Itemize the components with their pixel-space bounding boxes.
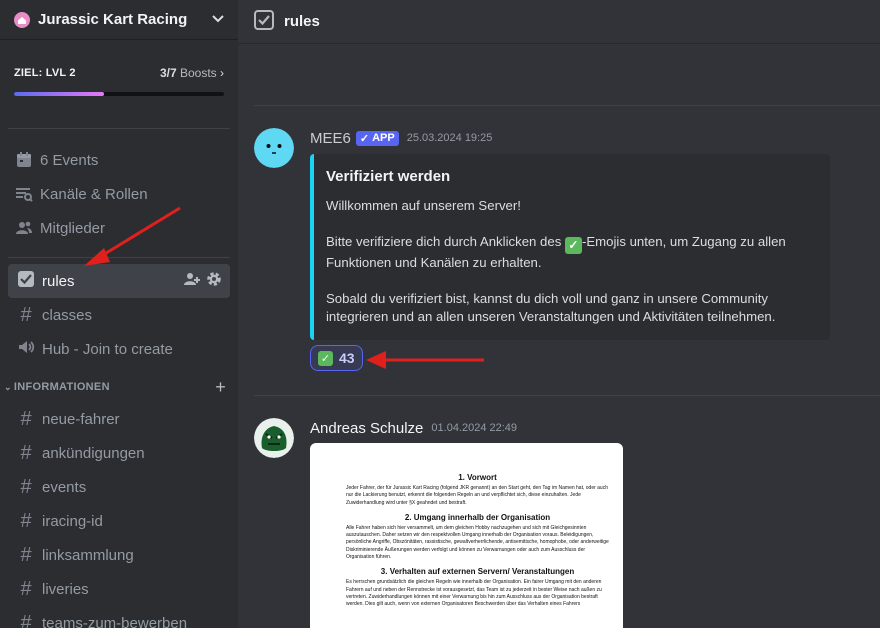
boost-goal-label: ZIEL: LVL 2 xyxy=(14,67,76,79)
embed-title: Verifiziert werden xyxy=(326,168,451,185)
message-divider xyxy=(254,105,880,106)
reaction-check[interactable]: ✓ 43 xyxy=(310,345,363,371)
channels-browse-icon xyxy=(14,184,34,204)
channel-liveries[interactable]: # liveries xyxy=(8,572,230,606)
doc-heading: 1. Vorwort xyxy=(458,473,497,482)
boost-progress-fill xyxy=(14,92,105,96)
message-timestamp: 25.03.2024 19:25 xyxy=(406,132,493,144)
channel-sidebar: Jurassic Kart Racing ZIEL: LVL 2 3/7 Boo… xyxy=(0,0,238,628)
nav-label: Kanäle & Rollen xyxy=(40,185,148,203)
channel-neue-fahrer[interactable]: # neue-fahrer xyxy=(8,402,230,436)
message-divider xyxy=(254,395,880,396)
channel-header: rules xyxy=(238,0,880,44)
doc-paragraph: Jeder Fahrer, der für Jurassic Kart Raci… xyxy=(346,485,608,506)
speaker-icon xyxy=(16,338,36,360)
chevron-right-icon: › xyxy=(220,66,224,80)
nav-events[interactable]: 6 Events xyxy=(0,143,230,177)
hash-icon: # xyxy=(20,578,32,600)
embed-paragraph: Sobald du verifiziert bist, kannst du di… xyxy=(326,291,776,324)
channel-label: linksammlung xyxy=(42,546,134,564)
channel-label: Hub - Join to create xyxy=(42,340,173,358)
doc-heading: 2. Umgang innerhalb der Organisation xyxy=(404,512,551,522)
embed-paragraph: Bitte verifiziere dich durch Anklicken d… xyxy=(326,234,786,270)
channel-label: rules xyxy=(42,272,75,290)
nav-members[interactable]: Mitglieder xyxy=(0,211,230,245)
app-badge: ✓ APP xyxy=(355,130,399,146)
hash-icon: # xyxy=(20,544,32,566)
boost-goal-panel[interactable]: ZIEL: LVL 2 3/7 Boosts › xyxy=(0,40,238,140)
channel-rules[interactable]: rules xyxy=(8,264,230,298)
channel-linksammlung[interactable]: # linksammlung xyxy=(8,538,230,572)
channel-label: neue-fahrer xyxy=(42,410,120,428)
members-icon xyxy=(14,218,34,238)
channel-title: rules xyxy=(284,13,320,30)
check-icon: ✓ xyxy=(359,132,370,145)
server-header[interactable]: Jurassic Kart Racing xyxy=(0,0,238,40)
nav-label: Mitglieder xyxy=(40,219,106,237)
message-author[interactable]: Andreas Schulze xyxy=(310,420,423,437)
hash-icon: # xyxy=(20,612,32,628)
invite-icon[interactable] xyxy=(184,271,200,291)
doc-paragraph: Alle Fahrer haben sich hier versammelt, … xyxy=(346,524,609,561)
rules-icon xyxy=(254,9,274,34)
channel-events[interactable]: # events xyxy=(8,470,230,504)
channel-label: iracing-id xyxy=(42,512,103,530)
message-timestamp: 01.04.2024 22:49 xyxy=(431,422,518,434)
channel-ankuendigungen[interactable]: # ankündigungen xyxy=(8,436,230,470)
message-mee6: MEE6 ✓ APP 25.03.2024 19:25 Verifiziert … xyxy=(254,128,864,371)
rules-icon xyxy=(16,270,36,292)
message-author[interactable]: MEE6 xyxy=(310,130,351,147)
channel-classes[interactable]: # classes xyxy=(8,298,230,332)
chevron-down-icon: ⌄ xyxy=(4,381,12,392)
nav-label: 6 Events xyxy=(40,151,99,169)
embed: Verifiziert werden Willkommen auf unsere… xyxy=(310,154,830,340)
channel-iracing-id[interactable]: # iracing-id xyxy=(8,504,230,538)
sidebar-divider xyxy=(8,257,230,258)
boost-progress-bar xyxy=(14,92,224,96)
doc-paragraph: Es herrschen grundsätzlich die gleichen … xyxy=(346,579,602,608)
add-channel-icon[interactable]: + xyxy=(215,377,226,398)
channel-label: ankündigungen xyxy=(42,444,145,462)
hash-icon: # xyxy=(20,442,32,464)
check-emoji-icon: ✓ xyxy=(318,350,333,366)
hash-icon: # xyxy=(20,304,32,326)
embed-paragraph: Willkommen auf unserem Server! xyxy=(326,198,521,213)
server-name: Jurassic Kart Racing xyxy=(38,11,188,28)
boost-count: 3/7 Boosts › xyxy=(159,66,224,80)
hash-icon: # xyxy=(20,510,32,532)
chat-main: rules MEE6 ✓ APP 25.03.2024 19:25 Verifi… xyxy=(238,0,880,628)
chevron-down-icon[interactable] xyxy=(212,12,224,27)
channel-label: classes xyxy=(42,306,93,324)
hash-icon: # xyxy=(20,476,32,498)
channel-label: liveries xyxy=(42,580,89,598)
check-emoji-icon: ✓ xyxy=(564,237,582,254)
avatar[interactable] xyxy=(254,128,294,168)
channel-hub-voice[interactable]: Hub - Join to create xyxy=(8,332,230,366)
gear-icon[interactable] xyxy=(206,271,222,291)
nav-channels-roles[interactable]: Kanäle & Rollen xyxy=(0,177,230,211)
doc-heading: 3. Verhalten auf externen Servern/ Veran… xyxy=(380,567,575,577)
channel-label: events xyxy=(42,478,87,496)
channel-label: teams-zum-bewerben xyxy=(42,614,188,628)
message-andreas: Andreas Schulze 01.04.2024 22:49 1. Vorw… xyxy=(254,418,864,628)
server-home-icon xyxy=(14,11,30,28)
category-label: INFORMATIONEN xyxy=(13,381,110,393)
hash-icon: # xyxy=(20,408,32,430)
channel-teams-zum-bewerben[interactable]: # teams-zum-bewerben xyxy=(8,606,230,628)
calendar-icon xyxy=(14,150,34,170)
category-informationen[interactable]: ⌄ INFORMATIONEN + xyxy=(0,372,238,402)
avatar[interactable] xyxy=(254,418,294,458)
image-attachment[interactable]: 1. Vorwort Jeder Fahrer, der für Jurassi… xyxy=(310,443,623,628)
reaction-count: 43 xyxy=(339,350,355,366)
